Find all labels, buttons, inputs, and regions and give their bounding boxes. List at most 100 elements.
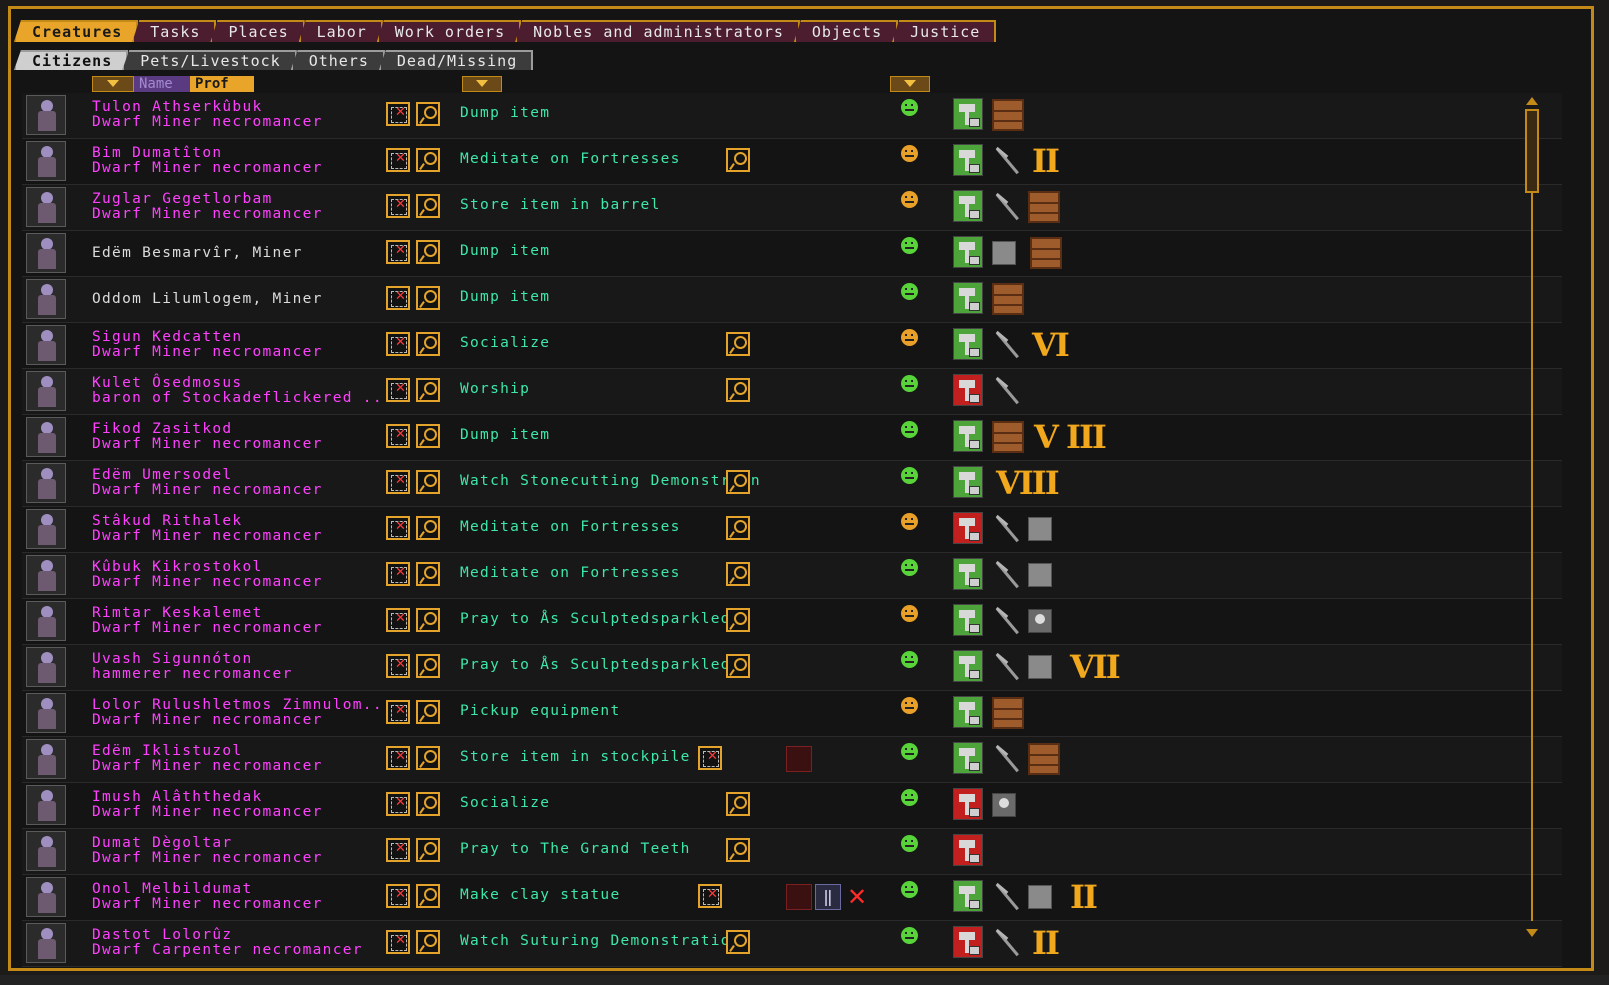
chest-icon[interactable] (992, 421, 1024, 453)
magnifier-icon[interactable] (416, 884, 440, 908)
mood-face-icon[interactable] (901, 329, 918, 346)
dwarf-portrait[interactable] (26, 739, 66, 779)
magnifier-icon[interactable] (416, 378, 440, 402)
dwarf-portrait[interactable] (26, 923, 66, 963)
chest-icon[interactable] (1030, 237, 1062, 269)
pick-icon[interactable] (992, 651, 1022, 683)
goto-unit-icon[interactable] (386, 470, 410, 494)
citizen-name[interactable]: Rimtar Keskalemet (92, 605, 263, 621)
magnifier-icon[interactable] (416, 608, 440, 632)
citizen-row[interactable]: Sigun KedcattenDwarf Miner necromancer So… (22, 323, 1562, 369)
mood-face-icon[interactable] (901, 191, 918, 208)
mood-face-icon[interactable] (901, 559, 918, 576)
magnifier-icon[interactable] (416, 240, 440, 264)
task-magnifier-icon[interactable] (726, 470, 750, 494)
goto-unit-icon[interactable] (386, 516, 410, 540)
mood-face-icon[interactable] (901, 605, 918, 622)
magnifier-icon[interactable] (416, 746, 440, 770)
labor-hammer-icon[interactable] (953, 466, 983, 498)
citizen-name[interactable]: Uvash Sigunnóton (92, 651, 252, 667)
dwarf-portrait[interactable] (26, 785, 66, 825)
goto-unit-icon[interactable] (386, 286, 410, 310)
pick-icon[interactable] (992, 881, 1022, 913)
labor-hammer-icon[interactable] (953, 788, 983, 820)
tab-tasks[interactable]: Tasks (132, 20, 217, 42)
block-icon[interactable] (1028, 885, 1052, 909)
labor-hammer-icon[interactable] (953, 282, 983, 314)
subtab-pets-livestock[interactable]: Pets/Livestock (122, 50, 297, 70)
dwarf-portrait[interactable] (26, 877, 66, 917)
scroll-down-icon[interactable] (1526, 929, 1538, 937)
subtab-others[interactable]: Others (290, 50, 385, 70)
citizen-name[interactable]: Oddom Lilumlogem, Miner (92, 291, 323, 307)
citizen-name[interactable]: Dastot Lolorûz (92, 927, 232, 943)
pick-icon[interactable] (992, 329, 1022, 361)
citizen-name[interactable]: Imush Alâththedak (92, 789, 263, 805)
citizen-row[interactable]: Kulet Ôsedmosus baron of Stockadeflickere… (22, 369, 1562, 415)
block-icon[interactable] (1028, 517, 1052, 541)
sort-mood-button[interactable] (890, 76, 930, 92)
goto-unit-icon[interactable] (386, 930, 410, 954)
cancel-icon[interactable]: ✕ (844, 884, 870, 910)
citizen-name[interactable]: Edëm Besmarvîr, Miner (92, 245, 303, 261)
labor-hammer-icon[interactable] (953, 420, 983, 452)
citizen-row[interactable]: Dastot Lolorûz Dwarf Carpenter necromance… (22, 921, 1562, 967)
dwarf-portrait[interactable] (26, 831, 66, 871)
dwarf-portrait[interactable] (26, 95, 66, 135)
goto-unit-icon[interactable] (386, 332, 410, 356)
goto-unit-icon[interactable] (386, 562, 410, 586)
task-magnifier-icon[interactable] (726, 378, 750, 402)
citizen-name[interactable]: Lolor Rulushletmos Zimnulom... (92, 697, 393, 713)
labor-hammer-icon[interactable] (953, 834, 983, 866)
citizen-row[interactable]: Imush Alâththedak Dwarf Miner necromancer… (22, 783, 1562, 829)
citizen-name[interactable]: Dumat Dègoltar (92, 835, 232, 851)
mood-face-icon[interactable] (901, 927, 918, 944)
chest-icon[interactable] (992, 99, 1024, 131)
citizen-row[interactable]: Edëm IklistuzolDwarf Miner necromancer St… (22, 737, 1562, 783)
magnifier-icon[interactable] (416, 838, 440, 862)
citizen-row[interactable]: Oddom Lilumlogem, Miner Dump item (22, 277, 1562, 323)
task-goto-icon[interactable] (698, 884, 722, 908)
sort-task-button[interactable] (462, 76, 502, 92)
mood-face-icon[interactable] (901, 237, 918, 254)
citizen-row[interactable]: Lolor Rulushletmos Zimnulom... Dwarf Mine… (22, 691, 1562, 737)
labor-hammer-icon[interactable] (953, 374, 983, 406)
subtab-citizens[interactable]: Citizens (14, 50, 129, 70)
citizen-name[interactable]: Edëm Umersodel (92, 467, 232, 483)
workshop-icon[interactable] (786, 746, 812, 772)
block-icon[interactable] (1028, 655, 1052, 679)
pick-icon[interactable] (992, 191, 1022, 223)
pick-icon[interactable] (992, 145, 1022, 177)
goto-unit-icon[interactable] (386, 378, 410, 402)
tab-creatures[interactable]: Creatures (14, 20, 139, 42)
dwarf-portrait[interactable] (26, 279, 66, 319)
citizen-row[interactable]: Onol MelbildumatDwarf Miner necromancer M… (22, 875, 1562, 921)
citizen-row[interactable]: Edëm UmersodelDwarf Miner necromancer Wat… (22, 461, 1562, 507)
magnifier-icon[interactable] (416, 148, 440, 172)
labor-hammer-icon[interactable] (953, 650, 983, 682)
citizen-row[interactable]: Kûbuk Kikrostokol Dwarf Miner necromancer… (22, 553, 1562, 599)
labor-hammer-icon[interactable] (953, 512, 983, 544)
pick-icon[interactable] (992, 927, 1022, 959)
tab-justice[interactable]: Justice (892, 20, 997, 42)
citizen-row[interactable]: Bim DumatîtonDwarf Miner necromancer Medi… (22, 139, 1562, 185)
magnifier-icon[interactable] (416, 654, 440, 678)
scrollbar[interactable] (1525, 97, 1539, 937)
chest-icon[interactable] (992, 283, 1024, 315)
magnifier-icon[interactable] (416, 700, 440, 724)
pick-icon[interactable] (992, 513, 1022, 545)
mood-face-icon[interactable] (901, 375, 918, 392)
mood-face-icon[interactable] (901, 421, 918, 438)
magnifier-icon[interactable] (416, 516, 440, 540)
goto-unit-icon[interactable] (386, 654, 410, 678)
task-magnifier-icon[interactable] (726, 838, 750, 862)
mood-face-icon[interactable] (901, 789, 918, 806)
task-goto-icon[interactable] (698, 746, 722, 770)
sort-toggle-button[interactable] (92, 76, 134, 92)
dwarf-portrait[interactable] (26, 601, 66, 641)
dwarf-portrait[interactable] (26, 509, 66, 549)
citizen-name[interactable]: Tulon Athserkûbuk (92, 99, 263, 115)
pick-icon[interactable] (992, 375, 1022, 407)
dwarf-portrait[interactable] (26, 555, 66, 595)
pause-icon[interactable]: ‖ (815, 884, 841, 910)
